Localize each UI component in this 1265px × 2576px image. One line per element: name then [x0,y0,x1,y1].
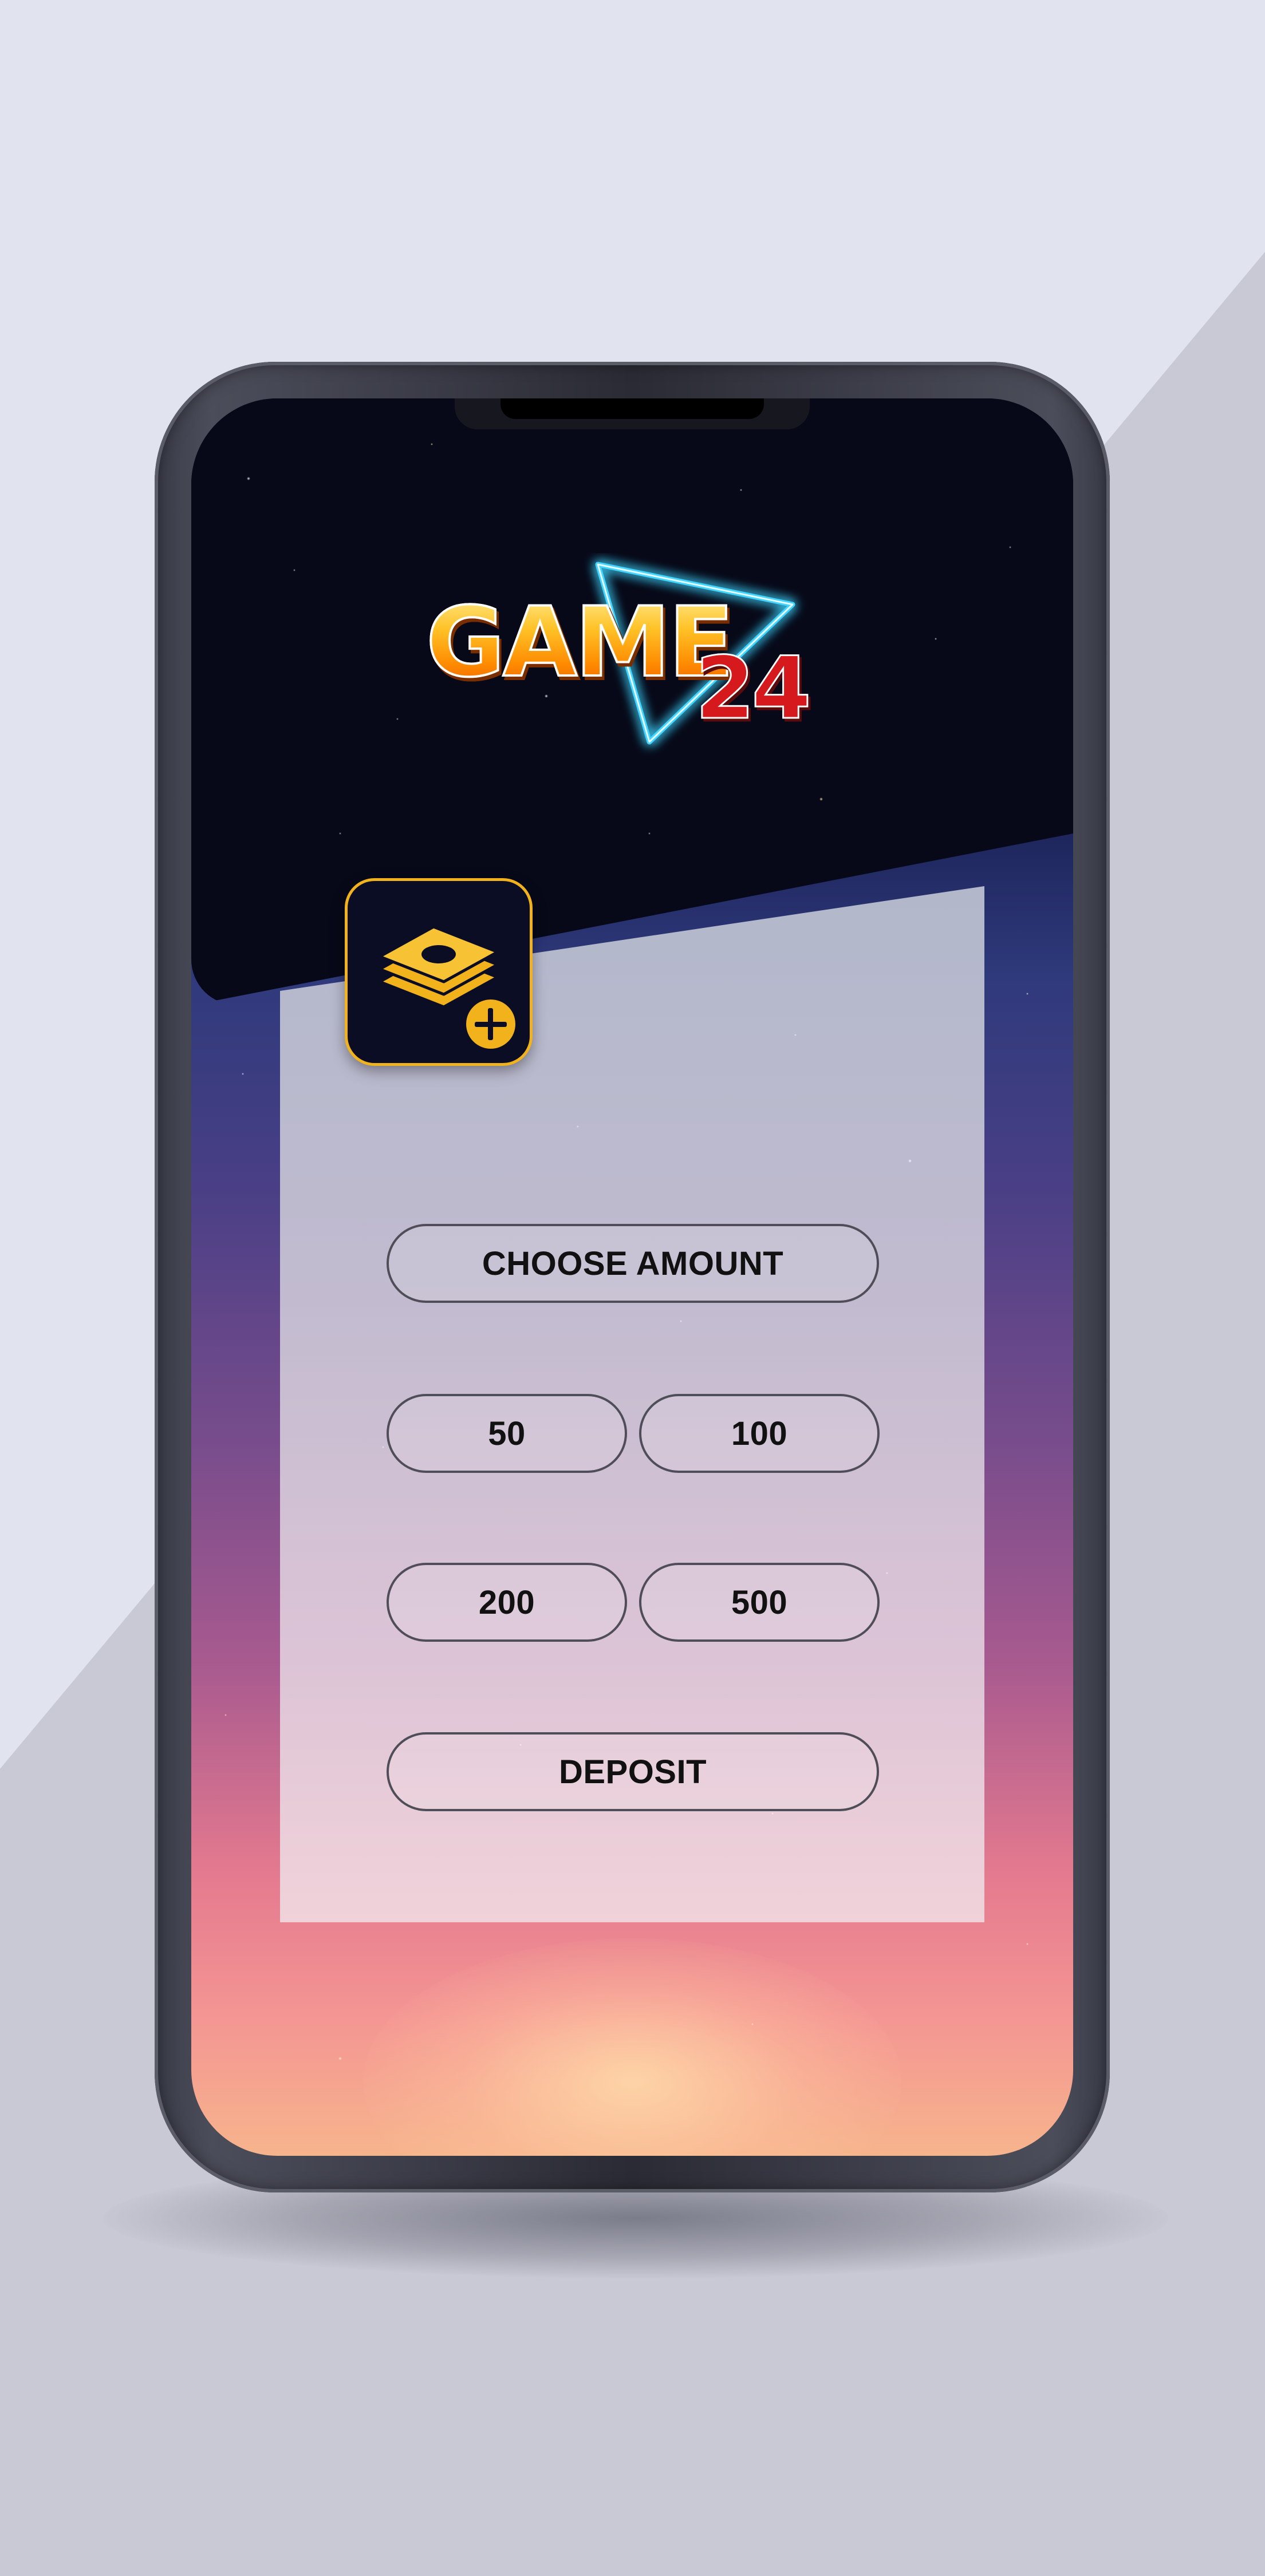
deposit-button[interactable]: DEPOSIT [387,1732,879,1811]
logo-number: 24 [695,638,813,740]
amount-100-button[interactable]: 100 [639,1394,880,1473]
game-logo: GAME 24 [425,553,838,759]
choose-amount-button[interactable]: CHOOSE AMOUNT [387,1224,879,1303]
phone-notch-inner [501,398,764,419]
amount-500-button[interactable]: 500 [639,1563,880,1642]
stacked-money-plus-icon [378,925,519,1052]
deposit-app-icon [345,878,533,1066]
amount-200-button[interactable]: 200 [387,1563,627,1642]
logo-word: GAME [425,585,735,700]
amount-50-button[interactable]: 50 [387,1394,627,1473]
